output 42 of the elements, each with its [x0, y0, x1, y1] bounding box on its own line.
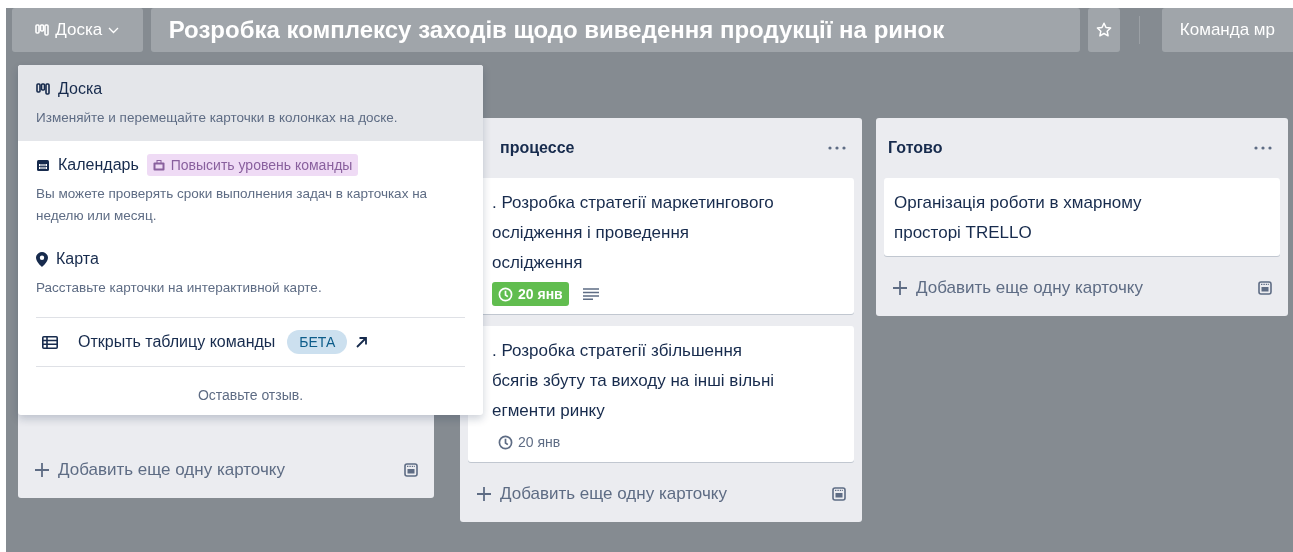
list-title[interactable]: процессе: [500, 139, 575, 157]
view-option[interactable]: Доска Изменяйте и перемещайте карточки в колонках на доске.: [18, 65, 483, 141]
star-icon: [1095, 22, 1112, 38]
clock-icon: [498, 286, 513, 302]
calendar-icon: [36, 158, 50, 172]
clock-icon: [498, 434, 513, 450]
task-card[interactable]: Організація роботи в хмарному просторі TRELLO: [884, 178, 1280, 256]
view-label: Доска: [58, 80, 103, 98]
card-title: Організація роботи в хмарному просторі TRELLO: [894, 192, 1143, 244]
view-description: Вы можете проверять сроки выполнения задач в карточках на неделю или месяц.: [36, 185, 429, 225]
board-icon: [36, 83, 50, 95]
add-card-button[interactable]: Добавить еще одну карточку: [34, 460, 285, 480]
plus-icon: [34, 462, 50, 478]
feedback-link[interactable]: Оставьте отзыв.: [197, 387, 304, 403]
view-label: Календарь: [58, 156, 139, 174]
more-icon: [1254, 146, 1272, 150]
list-title[interactable]: Готово: [888, 139, 943, 157]
card-title: . Розробка стратегії збільшення бсягів збуту та виходу на інші вільні егменти ринку: [492, 340, 776, 422]
star-button[interactable]: [1087, 8, 1120, 52]
beta-badge: БЕТА: [287, 330, 348, 354]
briefcase-icon: [152, 159, 165, 171]
plus-icon: [476, 486, 492, 502]
task-card[interactable]: . Розробка стратегії збільшення бсягів збуту та виходу на інші вільні егменти ринку 20 янв: [468, 326, 854, 462]
view-label: Карта: [56, 250, 99, 268]
view-description: Изменяйте и перемещайте карточки в колонках на доске.: [36, 109, 399, 127]
upgrade-badge[interactable]: Повысить уровень команды: [146, 154, 359, 176]
external-link-icon: [355, 335, 369, 349]
plus-icon: [892, 280, 908, 296]
template-icon[interactable]: [1258, 281, 1272, 295]
add-card-button[interactable]: Добавить еще одну карточку: [892, 278, 1143, 298]
map-pin-icon: [36, 251, 48, 267]
card-title: . Розробка стратегії маркетингового ослідження і проведення ослідження: [492, 192, 775, 274]
template-icon[interactable]: [832, 487, 846, 501]
board-icon: [35, 24, 50, 36]
chevron-down-icon: [108, 26, 120, 34]
view-description: Расставьте карточки на интерактивной карте.: [36, 279, 323, 297]
team-table-link[interactable]: Открыть таблицу команды: [42, 333, 276, 351]
add-card-button[interactable]: Добавить еще одну карточку: [476, 484, 727, 504]
template-icon[interactable]: [404, 463, 418, 477]
more-icon: [828, 146, 846, 150]
due-date-badge[interactable]: 20 янв: [492, 430, 567, 454]
table-icon: [42, 335, 58, 349]
